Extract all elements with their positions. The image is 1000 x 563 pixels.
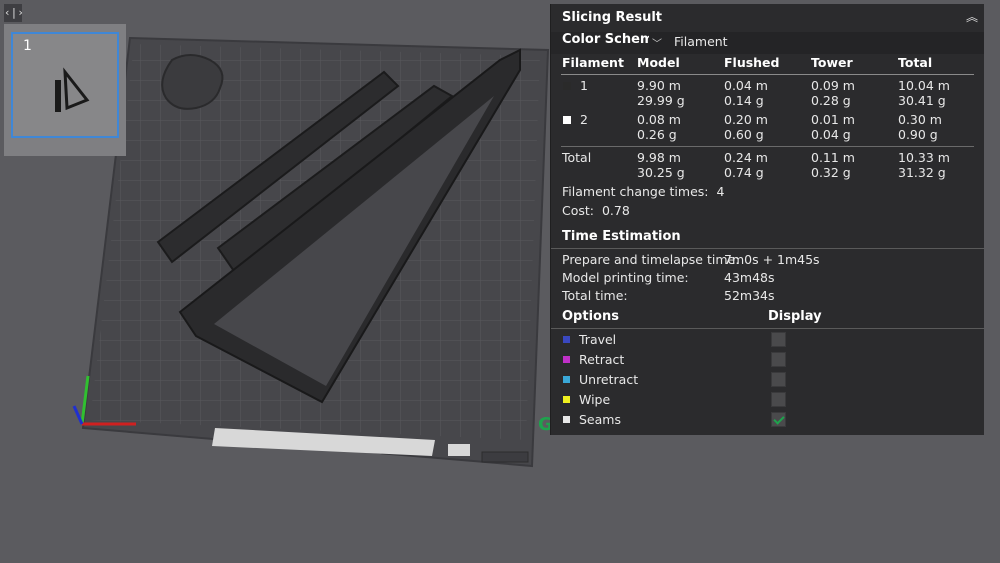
header-total: Total [898,55,933,70]
total-time-label: Total time: [562,288,628,303]
table-cell: 0.01 m 0.04 g [811,112,855,142]
travel-checkbox[interactable] [771,332,786,347]
option-label: Seams [579,412,621,427]
table-cell: 9.98 m 30.25 g [637,150,685,180]
filament-1-id: 1 [580,78,588,93]
color-scheme-value[interactable]: Filament [674,34,728,49]
header-divider [561,74,974,75]
unretract-swatch [563,376,570,383]
wipe-swatch [563,396,570,403]
display-header: Display [768,309,822,324]
header-flushed: Flushed [724,55,780,70]
panel-title: Slicing Result [562,10,663,25]
travel-swatch [563,336,570,343]
table-cell: 0.09 m 0.28 g [811,78,855,108]
model-time-label: Model printing time: [562,270,689,285]
chevron-down-icon[interactable]: ﹀ [652,35,662,50]
model-time-value: 43m48s [724,270,775,285]
table-cell: 0.04 m 0.14 g [724,78,768,108]
plate-thumbnail[interactable]: 1 [4,24,126,156]
sidebar-toggle-button[interactable]: ‹|› [4,4,24,22]
plate-thumbnail-frame: 1 [11,32,119,138]
table-cell: 0.08 m 0.26 g [637,112,681,142]
header-model: Model [637,55,680,70]
header-filament: Filament [562,55,624,70]
unretract-checkbox[interactable] [771,372,786,387]
filament-1-swatch [563,82,571,90]
options-header: Options [562,309,619,324]
retract-checkbox[interactable] [771,352,786,367]
filament-change-times: Filament change times: 4 [562,184,725,199]
option-label: Travel [579,332,617,347]
table-cell: 0.20 m 0.60 g [724,112,768,142]
total-divider [561,146,974,147]
table-cell: 0.11 m 0.32 g [811,150,855,180]
total-label: Total [562,150,592,165]
plate-number: 1 [23,38,32,54]
option-label: Retract [579,352,625,367]
option-label: Wipe [579,392,611,407]
header-tower: Tower [811,55,853,70]
time-divider [551,248,984,249]
slicing-result-panel: Slicing Result ︽ Color Scheme ﹀ Filament… [550,4,984,435]
table-cell: 10.33 m 31.32 g [898,150,950,180]
total-time-value: 52m34s [724,288,775,303]
seams-swatch [563,416,570,423]
plate-preview-icon [55,67,90,112]
color-scheme-label: Color Scheme [562,32,663,47]
prepare-time-label: Prepare and timelapse time: [562,252,740,267]
table-cell: 0.24 m 0.74 g [724,150,768,180]
time-estimation-title: Time Estimation [562,229,681,244]
double-chevron-up-icon[interactable]: ︽ [966,8,978,25]
option-label: Unretract [579,372,639,387]
cost: Cost: 0.78 [562,203,630,218]
table-cell: 10.04 m 30.41 g [898,78,950,108]
wipe-checkbox[interactable] [771,392,786,407]
table-cell: 0.30 m 0.90 g [898,112,942,142]
code-brackets-icon: ‹|› [4,6,24,19]
retract-swatch [563,356,570,363]
options-divider [551,328,984,329]
filament-2-id: 2 [580,112,588,127]
prepare-time-value: 7m0s + 1m45s [724,252,820,267]
seams-checkbox[interactable] [771,412,786,427]
filament-2-swatch [563,116,571,124]
table-cell: 9.90 m 29.99 g [637,78,685,108]
